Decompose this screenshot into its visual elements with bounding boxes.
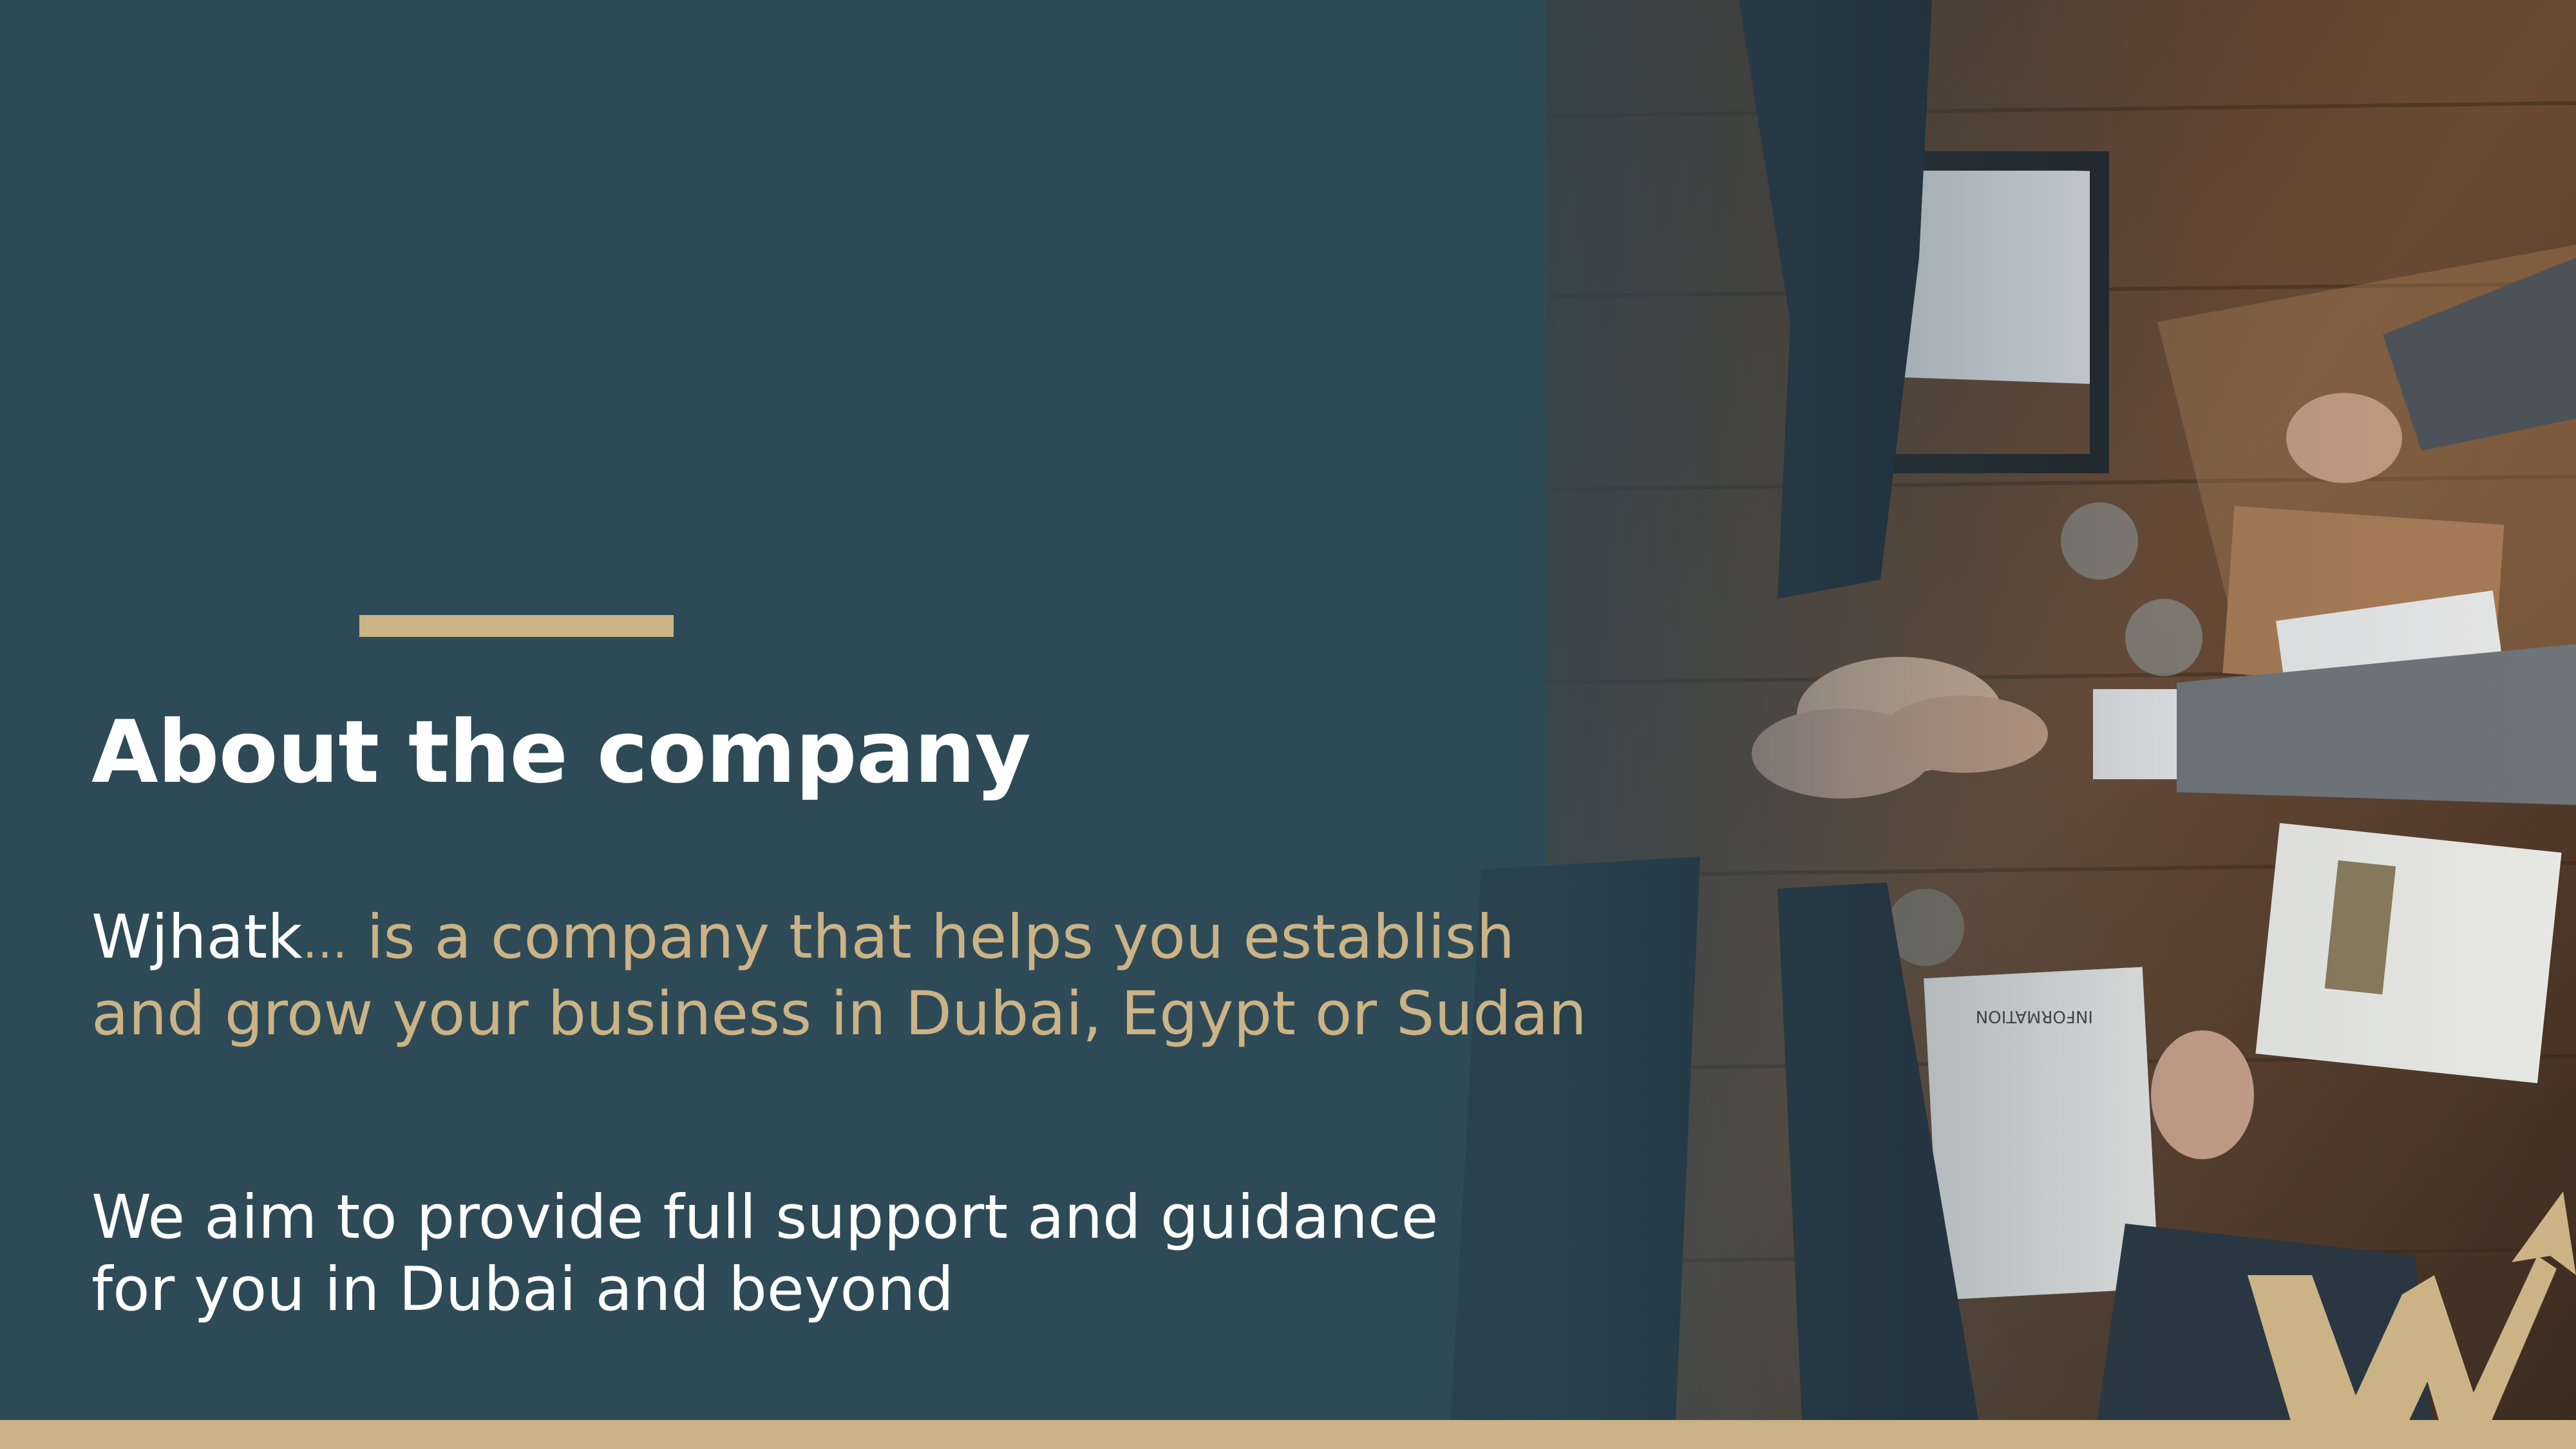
mission-line-1: We aim to provide full support and guida…: [91, 1182, 1439, 1253]
mission-statement: We aim to provide full support and guida…: [91, 1182, 1573, 1326]
company-description: Wjhatk… is a company that helps you esta…: [91, 902, 1669, 1050]
title-accent-bar: [359, 615, 674, 637]
description-line-1: Wjhatk… is a company that helps you esta…: [91, 902, 1669, 978]
wjhatk-logo-icon: [2248, 1191, 2576, 1449]
bottom-accent-bar: [0, 1420, 2576, 1449]
description-line-1-text: is a company that helps you establish: [347, 902, 1515, 972]
description-line-2: and grow your business in Dubai, Egypt o…: [91, 979, 1587, 1049]
slide-title: About the company: [91, 702, 1031, 802]
brand-ellipsis: …: [302, 916, 348, 969]
brand-name: Wjhatk: [91, 902, 303, 972]
slide: INFORMATION About the company Wjhatk… is…: [0, 0, 2576, 1449]
mission-line-2: for you in Dubai and beyond: [91, 1255, 954, 1325]
